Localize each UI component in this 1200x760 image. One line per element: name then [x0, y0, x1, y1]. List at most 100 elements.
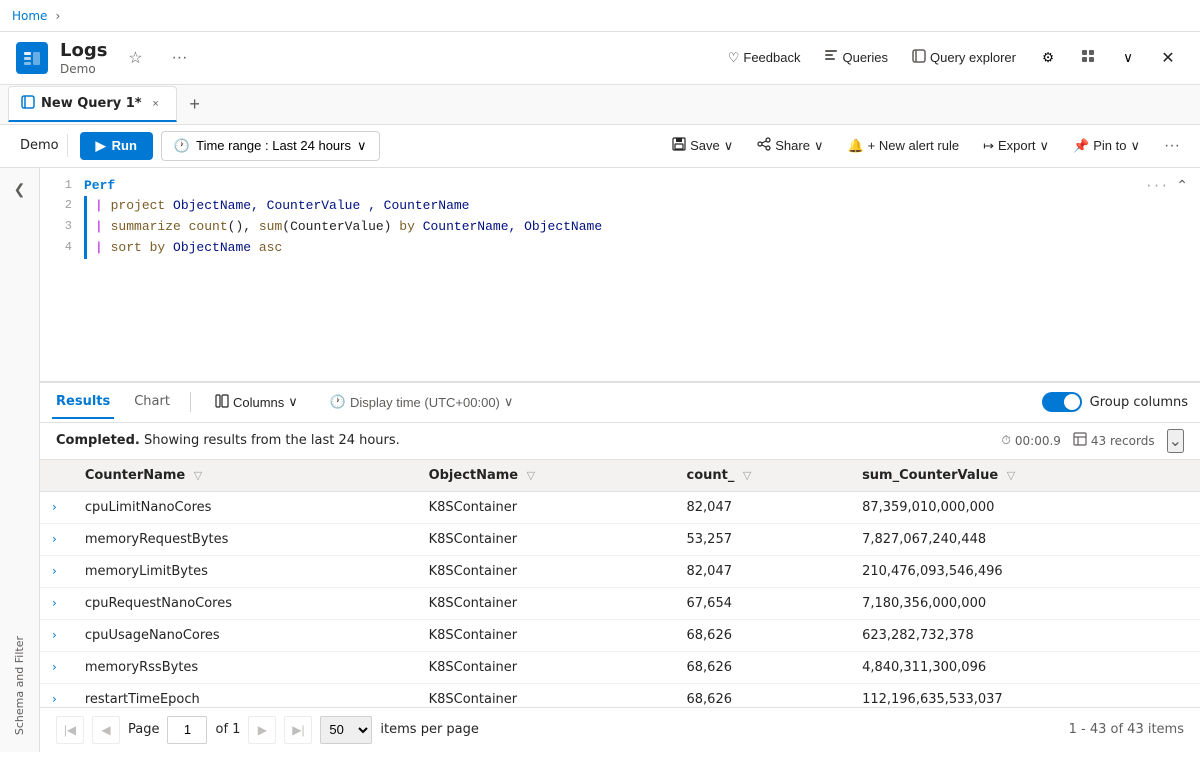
- col-object-name[interactable]: ObjectName ▽: [417, 460, 675, 492]
- cell-object-name: K8SContainer: [417, 619, 675, 651]
- cell-sum: 87,359,010,000,000: [850, 491, 1200, 523]
- filter-icon[interactable]: ▽: [194, 469, 202, 482]
- cell-count: 68,626: [675, 619, 851, 651]
- status-right: ⏱ 00:00.9 43 records ⌄: [1002, 429, 1184, 453]
- timer-icon: ⏱: [1002, 433, 1011, 448]
- tab-close-button[interactable]: ×: [148, 96, 164, 112]
- filter-icon[interactable]: ▽: [743, 469, 751, 482]
- view-toggle-button[interactable]: [1072, 42, 1104, 74]
- settings-button[interactable]: ⚙: [1032, 42, 1064, 74]
- cell-count: 68,626: [675, 683, 851, 707]
- cell-object-name: K8SContainer: [417, 683, 675, 707]
- last-page-button[interactable]: ▶|: [284, 716, 312, 744]
- more-app-button[interactable]: ···: [163, 42, 195, 74]
- app-title-group: Logs Demo: [60, 40, 107, 76]
- col-count[interactable]: count_ ▽: [675, 460, 851, 492]
- breadcrumb-home[interactable]: Home: [12, 9, 47, 23]
- alert-icon: 🔔: [847, 138, 863, 154]
- feedback-button[interactable]: ♡ Feedback: [720, 46, 809, 70]
- col-sum[interactable]: sum_CounterValue ▽: [850, 460, 1200, 492]
- pin-icon: 📌: [1073, 138, 1089, 154]
- time-range-button[interactable]: 🕐 Time range : Last 24 hours ∨: [161, 131, 380, 161]
- share-button[interactable]: Share ∨: [749, 133, 831, 158]
- app-header: Logs Demo ☆ ··· ♡ Feedback Queries Query…: [0, 32, 1200, 85]
- tab-chart[interactable]: Chart: [130, 386, 174, 419]
- cell-count: 82,047: [675, 491, 851, 523]
- queries-button[interactable]: Queries: [816, 45, 896, 70]
- duration-badge: ⏱ 00:00.9: [1002, 433, 1061, 448]
- code-editor[interactable]: 1 Perf 2 | project ObjectName, CounterVa…: [40, 168, 1200, 382]
- expand-row-button[interactable]: ›: [52, 660, 57, 674]
- cell-object-name: K8SContainer: [417, 651, 675, 683]
- expand-row-button[interactable]: ›: [52, 532, 57, 546]
- export-button[interactable]: ↦ Export ∨: [975, 134, 1057, 158]
- group-columns-control: Group columns: [1042, 392, 1188, 412]
- cell-counter-name: memoryRequestBytes: [73, 523, 417, 555]
- first-page-button[interactable]: |◀: [56, 716, 84, 744]
- expand-row-button[interactable]: ›: [52, 692, 57, 706]
- workspace-label: Demo: [12, 134, 68, 157]
- save-icon: [672, 137, 686, 154]
- chevron-down-icon: ∨: [814, 138, 824, 154]
- columns-button[interactable]: Columns ∨: [207, 390, 306, 415]
- page-size-select[interactable]: 50 100 200: [320, 716, 372, 744]
- cell-object-name: K8SContainer: [417, 523, 675, 555]
- pagination: |◀ ◀ Page of 1 ▶ ▶| 50 100 200 items per…: [40, 707, 1200, 752]
- close-button[interactable]: ✕: [1152, 42, 1184, 74]
- save-button[interactable]: Save ∨: [664, 133, 741, 158]
- play-icon: ▶: [96, 138, 106, 154]
- chevron-down-icon: ∨: [288, 394, 298, 410]
- chevron-down-icon: ∨: [724, 138, 734, 154]
- col-counter-name[interactable]: CounterName ▽: [73, 460, 417, 492]
- explorer-icon: [912, 49, 926, 66]
- page-input[interactable]: [167, 716, 207, 744]
- prev-page-button[interactable]: ◀: [92, 716, 120, 744]
- editor-collapse-button[interactable]: ⌃: [1176, 176, 1188, 197]
- view-icon: [1081, 49, 1095, 66]
- chevron-down-icon: ∨: [1123, 50, 1133, 66]
- cell-counter-name: cpuRequestNanoCores: [73, 587, 417, 619]
- clock-icon: 🕐: [174, 138, 190, 154]
- run-button[interactable]: ▶ Run: [80, 132, 153, 160]
- cell-sum: 7,180,356,000,000: [850, 587, 1200, 619]
- page-controls: |◀ ◀ Page of 1 ▶ ▶| 50 100 200 items per…: [56, 716, 479, 744]
- expand-row-button[interactable]: ›: [52, 500, 57, 514]
- expand-row-button[interactable]: ›: [52, 628, 57, 642]
- expand-row-button[interactable]: ›: [52, 564, 57, 578]
- expand-row-button[interactable]: ›: [52, 596, 57, 610]
- tab-new-query-1[interactable]: New Query 1* ×: [8, 86, 177, 122]
- filter-icon[interactable]: ▽: [527, 469, 535, 482]
- add-tab-button[interactable]: +: [181, 90, 209, 118]
- chevron-down-icon: ∨: [1131, 138, 1141, 154]
- star-button[interactable]: ☆: [119, 42, 151, 74]
- table-row: › restartTimeEpoch K8SContainer 68,626 1…: [40, 683, 1200, 707]
- collapse-button[interactable]: ∨: [1112, 42, 1144, 74]
- code-line-1: 1 Perf: [40, 176, 1200, 197]
- cell-counter-name: restartTimeEpoch: [73, 683, 417, 707]
- app-title: Logs: [60, 40, 107, 62]
- cell-object-name: K8SContainer: [417, 587, 675, 619]
- toolbar-more-button[interactable]: ···: [1156, 133, 1188, 159]
- header-actions: ♡ Feedback Queries Query explorer ⚙ ∨ ✕: [720, 42, 1184, 74]
- status-bar: Completed. Showing results from the last…: [40, 423, 1200, 460]
- display-time-button[interactable]: 🕐 Display time (UTC+00:00) ∨: [322, 390, 522, 414]
- chevron-down-icon: ∨: [357, 138, 367, 154]
- expand-results-button[interactable]: ⌄: [1167, 429, 1184, 453]
- sidebar-collapse-button[interactable]: ❮: [6, 176, 34, 204]
- tab-results[interactable]: Results: [52, 386, 114, 419]
- editor-controls: ··· ⌃: [1145, 176, 1188, 197]
- results-table-container[interactable]: CounterName ▽ ObjectName ▽ count_ ▽: [40, 460, 1200, 707]
- pin-to-button[interactable]: 📌 Pin to ∨: [1065, 134, 1148, 158]
- share-icon: [757, 137, 771, 154]
- table-icon: [1073, 432, 1087, 449]
- tab-label: New Query 1*: [41, 96, 142, 111]
- filter-icon[interactable]: ▽: [1007, 469, 1015, 482]
- query-explorer-button[interactable]: Query explorer: [904, 45, 1024, 70]
- next-page-button[interactable]: ▶: [248, 716, 276, 744]
- cell-count: 67,654: [675, 587, 851, 619]
- group-columns-toggle[interactable]: [1042, 392, 1082, 412]
- new-alert-button[interactable]: 🔔 + New alert rule: [839, 134, 967, 158]
- chevron-down-icon: ∨: [1040, 138, 1050, 154]
- table-row: › cpuLimitNanoCores K8SContainer 82,047 …: [40, 491, 1200, 523]
- table-row: › memoryRequestBytes K8SContainer 53,257…: [40, 523, 1200, 555]
